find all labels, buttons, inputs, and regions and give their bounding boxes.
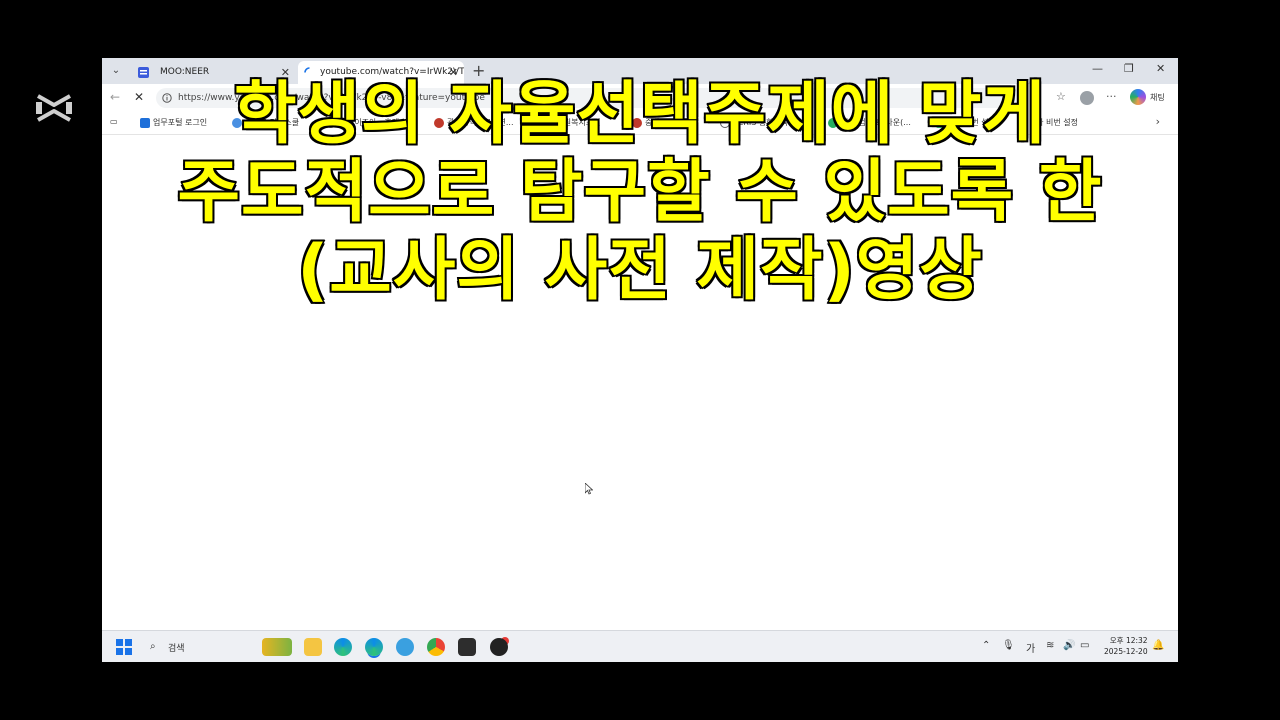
file-explorer-icon[interactable] [304, 638, 322, 656]
volume-icon[interactable]: 🔊 [1063, 640, 1075, 651]
edge-browser-icon[interactable] [334, 638, 352, 656]
minimize-icon[interactable]: — [1092, 62, 1103, 75]
recorder-app-icon[interactable] [490, 638, 508, 656]
battery-icon[interactable]: ▭ [1080, 640, 1089, 651]
windows-start-icon[interactable] [116, 639, 132, 655]
clock-time: 오후 12:32 [1109, 636, 1148, 645]
app-icon[interactable] [396, 638, 414, 656]
search-icon: ⌕ [150, 641, 156, 652]
tray-expand-chevron-icon[interactable]: ⌃ [982, 640, 990, 651]
window-close-icon[interactable]: ✕ [1156, 62, 1165, 75]
windows-taskbar: ⌕ 검색 ⌃ 🎙 가 ≋ 🔊 ▭ 오후 12:32 2025-12-20 🔔 [102, 630, 1178, 662]
taskbar-search[interactable]: ⌕ 검색 [144, 637, 254, 657]
taskbar-clock[interactable]: 오후 12:32 2025-12-20 [1104, 635, 1148, 657]
caption-line: 주도적으로 탐구할 수 있도록 한 [176, 152, 1103, 233]
notification-bell-icon[interactable]: 🔔 [1152, 640, 1164, 651]
caption-line: 학생의 자율선택주제에 맞게 [232, 74, 1047, 155]
ime-indicator[interactable]: 가 [1026, 640, 1035, 655]
search-highlight-icon[interactable] [262, 638, 292, 656]
edge-browser-active-icon[interactable] [365, 638, 383, 656]
wifi-icon[interactable]: ≋ [1046, 640, 1054, 651]
mouse-cursor-icon [585, 483, 593, 495]
caption-line: (교사의 사전 제작)영상 [296, 230, 984, 311]
microphone-icon[interactable]: 🎙 [1002, 640, 1015, 651]
terminal-app-icon[interactable] [458, 638, 476, 656]
restore-icon[interactable]: ❐ [1124, 62, 1134, 75]
clock-date: 2025-12-20 [1104, 647, 1148, 656]
video-caption-overlay: 학생의 자율선택주제에 맞게 주도적으로 탐구할 수 있도록 한 (교사의 사전… [60, 74, 1220, 311]
search-label: 검색 [168, 644, 185, 654]
chrome-icon[interactable] [427, 638, 445, 656]
